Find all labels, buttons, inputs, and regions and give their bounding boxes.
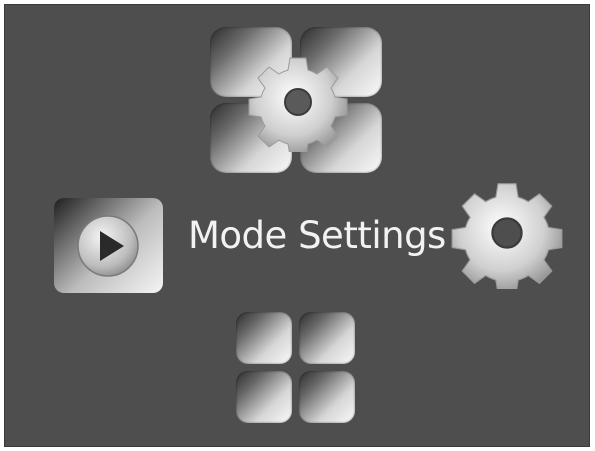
tile-icon: [236, 371, 292, 423]
settings-gear-button[interactable]: [451, 177, 563, 289]
play-icon: [77, 215, 139, 277]
tile-icon: [236, 312, 292, 364]
mode-settings-screen: Mode Settings: [4, 4, 590, 447]
tiles-with-gear-button[interactable]: [210, 27, 382, 173]
tile-icon: [299, 312, 355, 364]
play-button[interactable]: [54, 198, 163, 293]
gear-icon: [451, 183, 563, 289]
page-title: Mode Settings: [188, 214, 446, 257]
four-tiles-button[interactable]: [236, 312, 357, 425]
tile-icon: [299, 371, 355, 423]
gear-icon: [248, 52, 348, 152]
